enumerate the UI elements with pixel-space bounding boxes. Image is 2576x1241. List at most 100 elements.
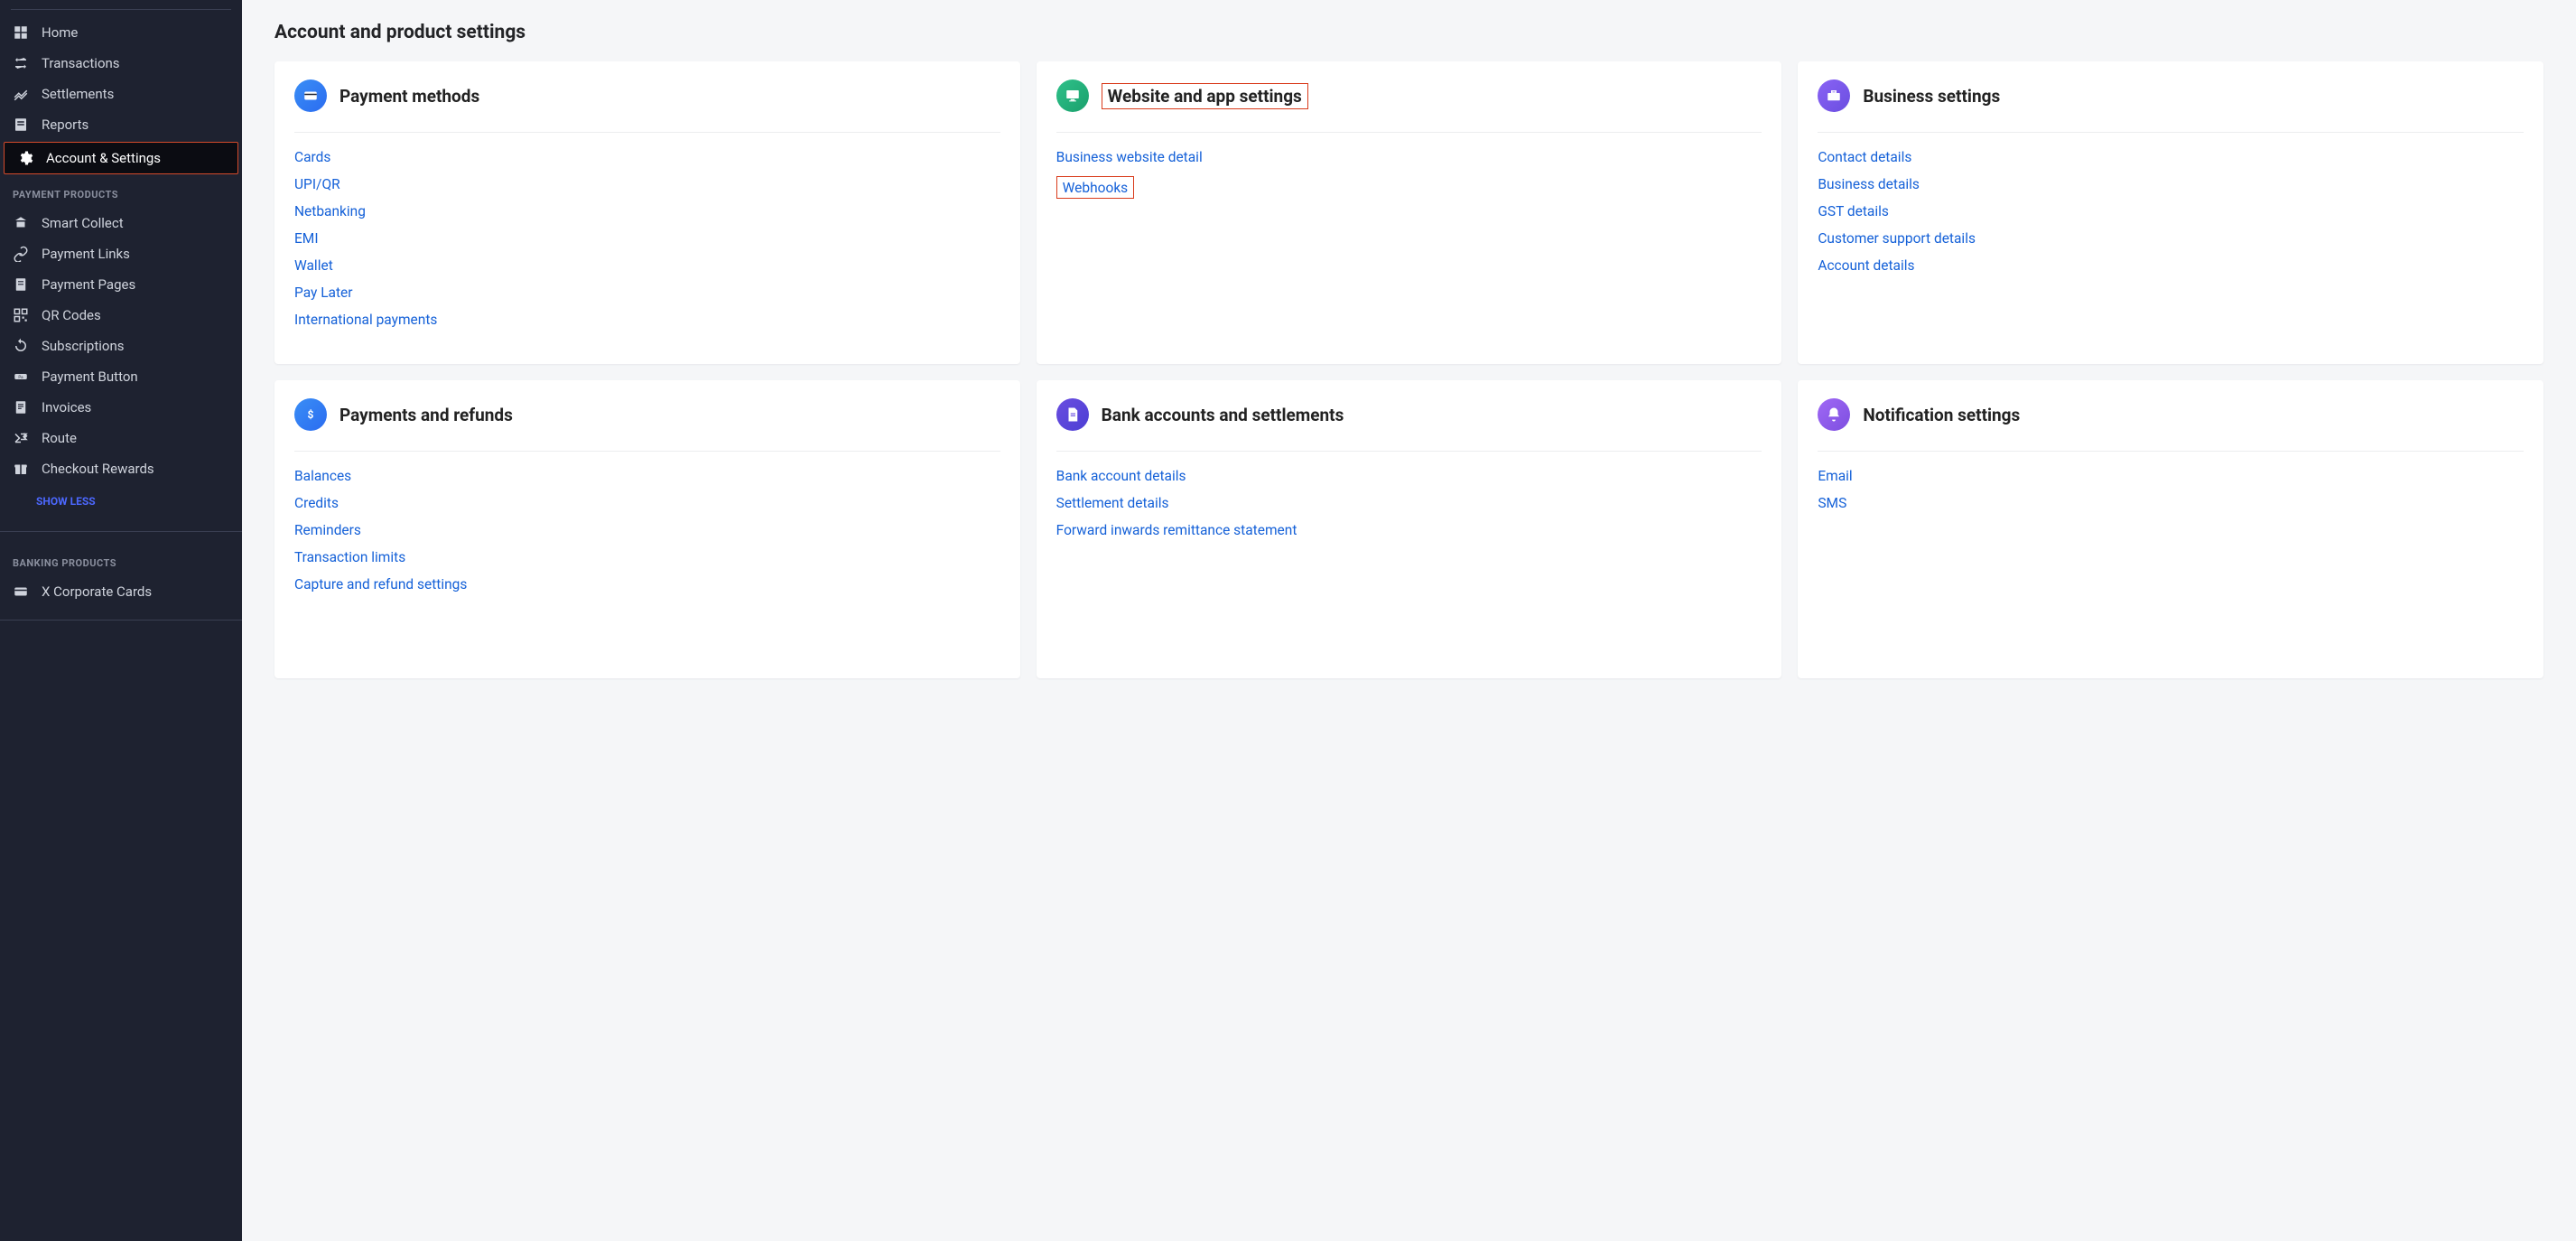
card-link-gst-details[interactable]: GST details	[1818, 203, 2524, 219]
card-title: Payment methods	[339, 86, 479, 107]
sidebar-item-account-settings[interactable]: Account & Settings	[4, 142, 238, 174]
card-link-balances[interactable]: Balances	[294, 468, 1000, 484]
card-link-bank-account-details[interactable]: Bank account details	[1056, 468, 1762, 484]
smart-collect-icon	[13, 215, 29, 231]
card-link-email[interactable]: Email	[1818, 468, 2524, 484]
card-header: Business settings	[1818, 79, 2524, 133]
highlighted-link: Webhooks	[1056, 176, 1135, 199]
sidebar-item-qr-codes[interactable]: QR Codes	[0, 300, 242, 331]
main-content: Account and product settings Payment met…	[242, 0, 2576, 1241]
card-link-transaction-limits[interactable]: Transaction limits	[294, 549, 1000, 565]
settings-card-payments-and-refunds: $ Payments and refunds Balances Credits Remi…	[274, 380, 1020, 678]
sidebar-item-label: Subscriptions	[42, 338, 124, 354]
sidebar-item-label: Invoices	[42, 399, 91, 415]
card-link-international-payments[interactable]: International payments	[294, 312, 1000, 328]
card-link-account-details[interactable]: Account details	[1818, 257, 2524, 274]
sidebar-item-label: Payment Links	[42, 246, 130, 262]
svg-text:$: $	[308, 408, 314, 421]
card-header: Bank accounts and settlements	[1056, 398, 1762, 452]
card-links: Business website detail Webhooks	[1056, 149, 1762, 210]
settlements-icon	[13, 86, 29, 102]
card-link-credits[interactable]: Credits	[294, 495, 1000, 511]
card-link-upi-qr[interactable]: UPI/QR	[294, 176, 1000, 192]
card-icon	[294, 79, 327, 112]
page-title: Account and product settings	[274, 22, 2543, 43]
card-links: Bank account details Settlement details Fo…	[1056, 468, 1762, 538]
card-title: Notification settings	[1863, 405, 2020, 425]
sidebar-item-subscriptions[interactable]: Subscriptions	[0, 331, 242, 361]
card-links: Contact details Business details GST detai…	[1818, 149, 2524, 274]
card-link-customer-support-details[interactable]: Customer support details	[1818, 230, 2524, 247]
sidebar-item-label: Reports	[42, 117, 88, 133]
sidebar-item-invoices[interactable]: Invoices	[0, 392, 242, 423]
bell-icon	[1818, 398, 1850, 431]
card-link-capture-and-refund-settings[interactable]: Capture and refund settings	[294, 576, 1000, 593]
rewards-icon	[13, 461, 29, 477]
card-link-pay-later[interactable]: Pay Later	[294, 285, 1000, 301]
card-link-business-details[interactable]: Business details	[1818, 176, 2524, 192]
settings-card-notification-settings: Notification settings Email SMS	[1798, 380, 2543, 678]
page-icon	[13, 276, 29, 293]
sidebar-item-route[interactable]: Route	[0, 423, 242, 453]
invoices-icon	[13, 399, 29, 415]
sidebar-item-label: X Corporate Cards	[42, 583, 152, 600]
card-link-business-website-detail[interactable]: Business website detail	[1056, 149, 1762, 165]
card-title: Website and app settings	[1108, 86, 1302, 107]
monitor-icon	[1056, 79, 1089, 112]
sidebar-item-x-corporate-cards[interactable]: X Corporate Cards	[0, 576, 242, 607]
sidebar-main-nav: Home Transactions Settlements Reports Accoun…	[0, 17, 242, 174]
subscriptions-icon	[13, 338, 29, 354]
settings-card-business-settings: Business settings Contact details Business…	[1798, 61, 2543, 364]
sidebar: Home Transactions Settlements Reports Accoun…	[0, 0, 242, 1241]
reports-icon	[13, 117, 29, 133]
card-link-webhooks[interactable]: Webhooks	[1063, 180, 1129, 196]
sidebar-item-home[interactable]: Home	[0, 17, 242, 48]
card-header: Payment methods	[294, 79, 1000, 133]
show-less-link[interactable]: SHOW LESS	[0, 484, 242, 518]
card-title: Payments and refunds	[339, 405, 513, 425]
card-links: Balances Credits Reminders Transaction limi…	[294, 468, 1000, 593]
sidebar-item-payment-button[interactable]: Pa Payment Button	[0, 361, 242, 392]
card-link-wallet[interactable]: Wallet	[294, 257, 1000, 274]
settings-card-bank-accounts-and-settlements: Bank accounts and settlements Bank accoun…	[1037, 380, 1782, 678]
sidebar-item-label: Route	[42, 430, 77, 446]
briefcase-icon	[1818, 79, 1850, 112]
sidebar-payment-products: Smart Collect Payment Links Payment Pages Q…	[0, 208, 242, 484]
button-icon: Pa	[13, 369, 29, 385]
sidebar-item-transactions[interactable]: Transactions	[0, 48, 242, 79]
qr-icon	[13, 307, 29, 323]
card-link-cards[interactable]: Cards	[294, 149, 1000, 165]
sidebar-item-payment-links[interactable]: Payment Links	[0, 238, 242, 269]
card-header: Notification settings	[1818, 398, 2524, 452]
sidebar-item-smart-collect[interactable]: Smart Collect	[0, 208, 242, 238]
highlighted-title: Website and app settings	[1102, 83, 1308, 109]
sidebar-item-payment-pages[interactable]: Payment Pages	[0, 269, 242, 300]
card-link-reminders[interactable]: Reminders	[294, 522, 1000, 538]
link-icon	[13, 246, 29, 262]
dashboard-icon	[13, 24, 29, 41]
section-banking-products: BANKING PRODUCTS	[0, 545, 242, 576]
settings-card-payment-methods: Payment methods Cards UPI/QR Netbanking EMI W…	[274, 61, 1020, 364]
sidebar-item-reports[interactable]: Reports	[0, 109, 242, 140]
card-link-contact-details[interactable]: Contact details	[1818, 149, 2524, 165]
card-link-emi[interactable]: EMI	[294, 230, 1000, 247]
sidebar-item-label: Transactions	[42, 55, 120, 71]
card-title: Business settings	[1863, 86, 2000, 107]
route-icon	[13, 430, 29, 446]
card-link-settlement-details[interactable]: Settlement details	[1056, 495, 1762, 511]
card-link-sms[interactable]: SMS	[1818, 495, 2524, 511]
card-header: Website and app settings	[1056, 79, 1762, 133]
sidebar-banking-products: X Corporate Cards	[0, 576, 242, 607]
card-icon	[13, 583, 29, 600]
sidebar-divider	[0, 531, 242, 532]
sidebar-item-checkout-rewards[interactable]: Checkout Rewards	[0, 453, 242, 484]
sidebar-item-label: Payment Button	[42, 369, 138, 385]
card-link-netbanking[interactable]: Netbanking	[294, 203, 1000, 219]
transactions-icon	[13, 55, 29, 71]
dollar-icon: $	[294, 398, 327, 431]
card-link-forward-inwards-remittance-statement[interactable]: Forward inwards remittance statement	[1056, 522, 1762, 538]
sidebar-item-settlements[interactable]: Settlements	[0, 79, 242, 109]
svg-text:Pa: Pa	[18, 375, 23, 380]
sidebar-item-label: QR Codes	[42, 307, 101, 323]
sidebar-divider	[11, 9, 231, 10]
